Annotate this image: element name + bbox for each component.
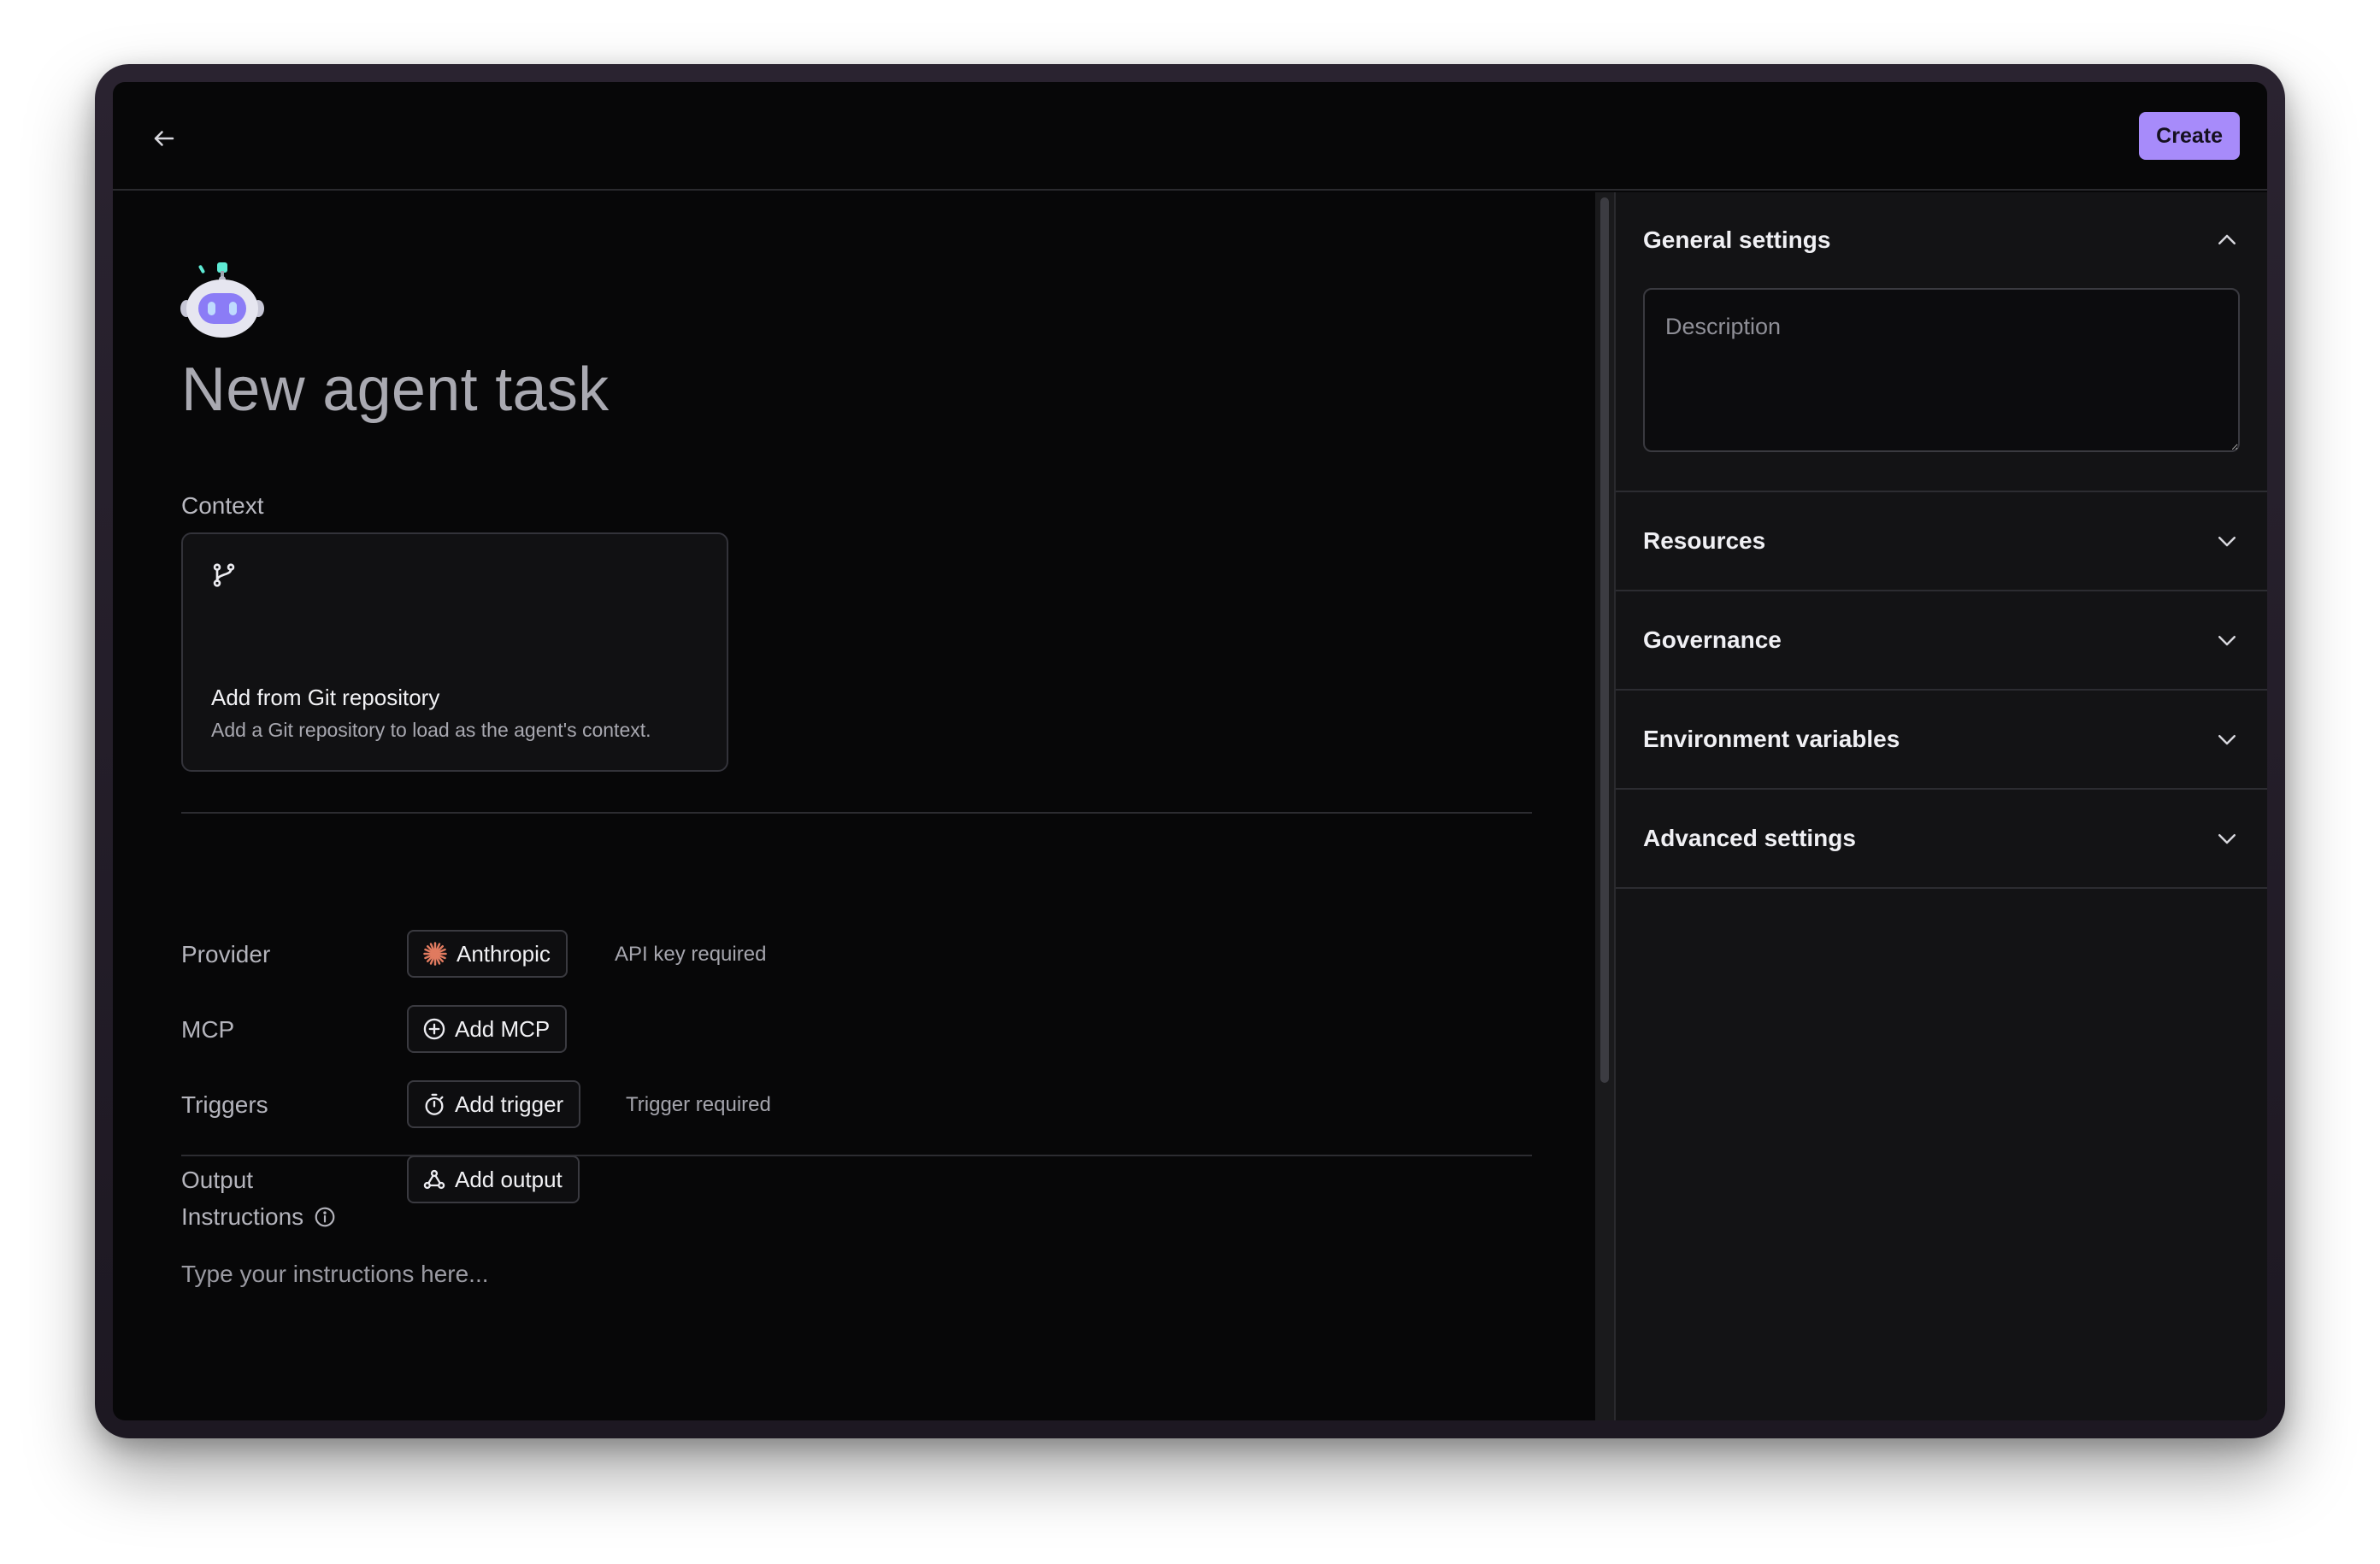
provider-hint: API key required	[615, 943, 767, 966]
add-trigger-button[interactable]: Add trigger	[407, 1080, 581, 1128]
advanced-settings-title: Advanced settings	[1643, 825, 1856, 851]
instructions-label-row: Instructions	[181, 1203, 336, 1231]
governance-title: Governance	[1643, 626, 1782, 653]
triggers-label: Triggers	[181, 1091, 268, 1118]
git-branch-icon	[210, 562, 238, 593]
add-output-button[interactable]: Add output	[407, 1155, 580, 1203]
general-settings-body	[1616, 288, 2267, 492]
general-settings-title: General settings	[1643, 226, 1831, 253]
task-editor: New agent task Context Add from Git repo…	[113, 192, 1595, 1420]
description-input[interactable]	[1643, 288, 2240, 452]
environment-variables-title: Environment variables	[1643, 726, 1900, 752]
create-button[interactable]: Create	[2139, 112, 2240, 160]
chevron-up-icon	[2218, 234, 2236, 244]
stopwatch-icon	[425, 1093, 444, 1115]
advanced-settings-section-header[interactable]: Advanced settings	[1616, 790, 2267, 889]
governance-section-header[interactable]: Governance	[1616, 591, 2267, 691]
provider-value: Anthropic	[457, 940, 551, 967]
add-trigger-label: Add trigger	[455, 1091, 564, 1117]
chevron-down-icon	[2218, 537, 2236, 547]
plus-circle-icon	[423, 1018, 445, 1040]
add-git-repository-card[interactable]: Add from Git repository Add a Git reposi…	[181, 532, 728, 772]
webhook-icon	[423, 1169, 445, 1190]
context-label: Context	[181, 492, 264, 519]
scrollbar-thumb[interactable]	[1600, 197, 1609, 1083]
general-settings-header[interactable]: General settings	[1616, 192, 2267, 288]
mcp-label: MCP	[181, 1016, 235, 1043]
chevron-down-icon	[2218, 834, 2236, 844]
info-icon[interactable]	[314, 1206, 336, 1228]
provider-label: Provider	[181, 941, 271, 967]
divider-bottom	[181, 1155, 1532, 1156]
robot-icon	[180, 261, 265, 344]
resources-title: Resources	[1643, 527, 1766, 554]
top-bar: Create	[113, 82, 2267, 191]
arrow-left-icon	[154, 131, 174, 146]
app-window: Create New agent task Context Add from G…	[113, 82, 2267, 1420]
divider	[181, 812, 1532, 814]
add-mcp-button[interactable]: Add MCP	[407, 1005, 568, 1053]
trigger-hint: Trigger required	[626, 1093, 771, 1116]
anthropic-icon	[423, 942, 447, 966]
instructions-input[interactable]	[181, 1261, 1532, 1363]
scrollbar[interactable]	[1595, 192, 1614, 1420]
instructions-label: Instructions	[181, 1203, 304, 1230]
environment-variables-section-header[interactable]: Environment variables	[1616, 691, 2267, 790]
card-subtitle: Add a Git repository to load as the agen…	[211, 719, 651, 741]
output-label: Output	[181, 1167, 254, 1193]
card-title: Add from Git repository	[211, 685, 440, 710]
resources-section-header[interactable]: Resources	[1616, 492, 2267, 591]
settings-panel: General settings Resources Governance En…	[1614, 192, 2267, 1420]
chevron-down-icon	[2218, 636, 2236, 646]
provider-select-button[interactable]: Anthropic	[407, 930, 568, 978]
back-button[interactable]	[147, 121, 181, 156]
chevron-down-icon	[2218, 735, 2236, 745]
add-output-label: Add output	[455, 1166, 563, 1192]
device-frame: Create New agent task Context Add from G…	[95, 64, 2285, 1438]
add-mcp-label: Add MCP	[455, 1015, 551, 1042]
page-title: New agent task	[181, 356, 610, 424]
